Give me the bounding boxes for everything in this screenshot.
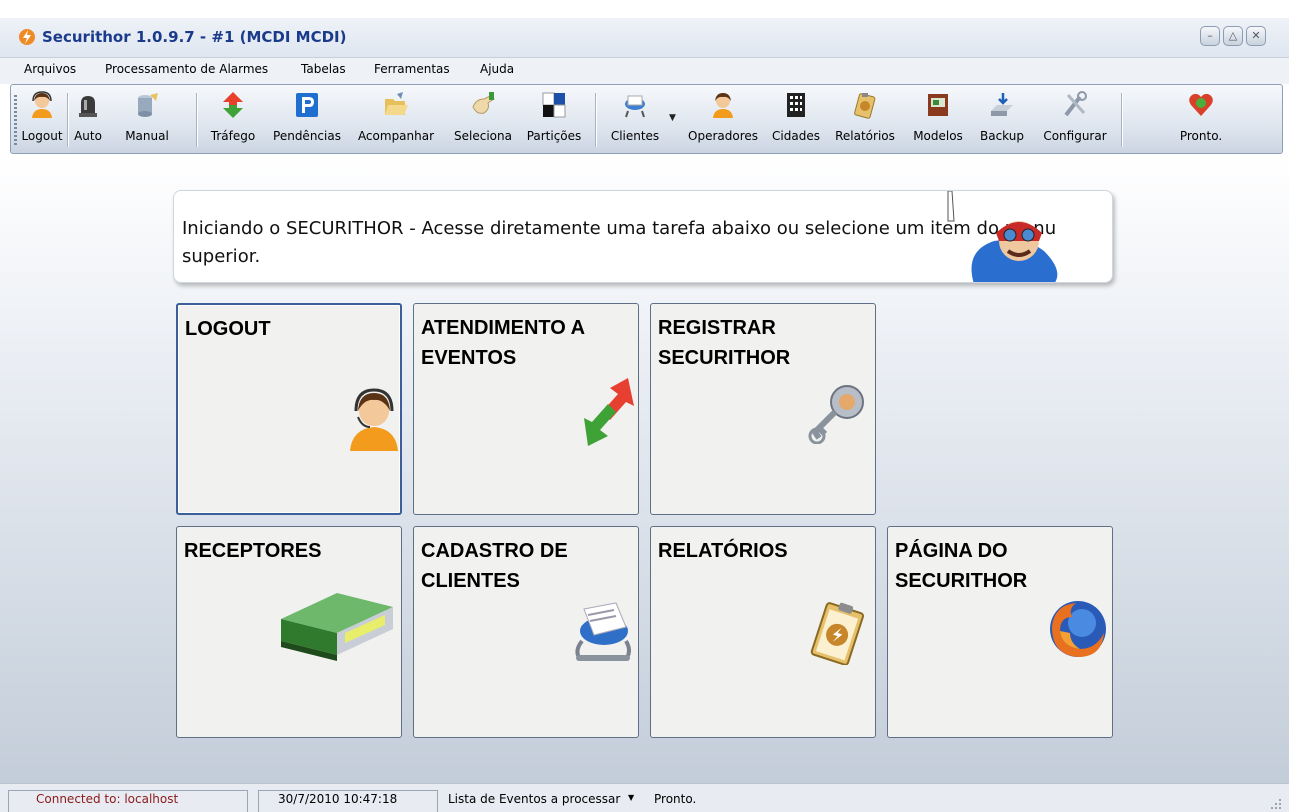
tile-title: LOGOUT [185, 318, 271, 340]
rolodex-icon [625, 95, 645, 118]
toolbar-operadores-button[interactable]: Operadores [683, 85, 763, 153]
toolbar-pendencias-button[interactable]: Pendências [264, 85, 350, 153]
close-button[interactable]: ✕ [1246, 26, 1266, 46]
toolbar-logout-button[interactable]: Logout [21, 85, 63, 153]
toolbar-status: Pronto. [1171, 85, 1231, 153]
toolbar-clientes-button[interactable]: Clientes [599, 85, 671, 153]
toolbar-particoes-button[interactable]: Partições [519, 85, 589, 153]
building-icon [787, 93, 805, 117]
toolbar-separator [196, 93, 197, 147]
toolbar-manual-button[interactable]: Manual [106, 85, 188, 153]
backup-drive-icon [991, 93, 1013, 116]
tile-logout[interactable]: LOGOUT [176, 303, 402, 515]
toolbar-separator [595, 93, 596, 147]
menu-ferramentas[interactable]: Ferramentas [374, 62, 450, 76]
toolbar-label: Pendências [273, 129, 341, 143]
tile-cadastro-de-clientes[interactable]: CADASTRO DE CLIENTES [413, 526, 639, 738]
menu-processamento-de-alarmes[interactable]: Processamento de Alarmes [105, 62, 268, 76]
toolbar: Logout Auto Manual Tráfego Pendências Ac… [10, 84, 1283, 154]
app-logo-icon [19, 29, 35, 45]
window-title: Securithor 1.0.9.7 - #1 (MCDI MCDI) [42, 28, 347, 46]
toolbar-label: Configurar [1043, 129, 1107, 143]
resize-grip-icon[interactable] [1268, 796, 1282, 810]
connection-status: Connected to: localhost [36, 792, 179, 806]
operator-icon [713, 93, 733, 118]
toolbar-label: Manual [125, 129, 169, 143]
toolbar-label: Relatórios [835, 129, 895, 143]
toolbar-trafego-button[interactable]: Tráfego [203, 85, 263, 153]
toolbar-separator [67, 93, 68, 147]
operator-headset-icon [350, 388, 398, 451]
menu-tabelas[interactable]: Tabelas [301, 62, 346, 76]
operator-headset-icon [32, 91, 52, 118]
partitions-icon [542, 92, 566, 118]
tile-title: RECEPTORES [184, 540, 322, 562]
toolbar-label: Logout [21, 129, 63, 143]
toolbar-label: Tráfego [210, 129, 256, 143]
status-text: Pronto. [654, 792, 697, 806]
tile-title: REGISTRAR SECURITHOR [658, 317, 791, 369]
toolbar-grip[interactable] [14, 95, 17, 145]
firefox-icon [1050, 601, 1106, 657]
tile-registrar-securithor[interactable]: REGISTRAR SECURITHOR [650, 303, 876, 515]
toolbar-label: Operadores [688, 129, 758, 143]
menu-bar: Arquivos Processamento de Alarmes Tabela… [0, 58, 1289, 84]
mascot-icon [947, 191, 1058, 282]
tile-title: RELATÓRIOS [658, 540, 788, 562]
main-area: Iniciando o SECURITHOR - Acesse diretame… [0, 155, 1289, 783]
maximize-button[interactable]: △ [1223, 26, 1243, 46]
hand-icon [472, 92, 495, 114]
toolbar-seleciona-button[interactable]: Seleciona [448, 85, 518, 153]
toolbar-relatorios-button[interactable]: Relatórios [827, 85, 903, 153]
toolbar-label: Acompanhar [357, 129, 435, 143]
toolbar-label: Modelos [913, 129, 963, 143]
heart-status-icon [1189, 93, 1213, 116]
tile-title: PÁGINA DO SECURITHOR [895, 540, 1028, 592]
book-icon [928, 94, 948, 116]
toolbar-label: Partições [526, 129, 582, 143]
tile-relatorios[interactable]: RELATÓRIOS [650, 526, 876, 738]
status-datetime: 30/7/2010 10:47:18 [278, 792, 398, 806]
toolbar-configurar-button[interactable]: Configurar [1035, 85, 1115, 153]
events-dropdown-arrow-icon[interactable]: ▼ [628, 793, 634, 812]
key-icon [808, 385, 864, 444]
clipboard-icon [810, 602, 865, 665]
toolbar-label: Cidades [772, 129, 820, 143]
title-bar: Securithor 1.0.9.7 - #1 (MCDI MCDI) – △ … [0, 18, 1289, 58]
status-bar: Connected to: localhost 30/7/2010 10:47:… [0, 783, 1289, 812]
welcome-banner: Iniciando o SECURITHOR - Acesse diretame… [173, 190, 1113, 283]
toolbar-status-label: Pronto. [1179, 129, 1223, 143]
tile-receptores[interactable]: RECEPTORES [176, 526, 402, 738]
toolbar-label: Seleciona [454, 129, 512, 143]
tile-title: CADASTRO DE CLIENTES [421, 540, 568, 592]
traffic-arrows-icon [223, 92, 243, 118]
parking-p-icon [296, 93, 318, 117]
toolbar-label: Clientes [610, 129, 660, 143]
events-dropdown[interactable]: Lista de Eventos a processar [448, 792, 620, 812]
toolbar-acompanhar-button[interactable]: Acompanhar [352, 85, 440, 153]
receiver-device-icon [281, 593, 393, 661]
tile-title: ATENDIMENTO A EVENTOS [421, 317, 585, 369]
siren-icon [79, 96, 97, 117]
tools-icon [1064, 91, 1087, 117]
toolbar-label: Backup [980, 129, 1024, 143]
clipboard-icon [854, 93, 876, 119]
toolbar-modelos-button[interactable]: Modelos [907, 85, 969, 153]
toolbar-cidades-button[interactable]: Cidades [765, 85, 827, 153]
clientes-dropdown-arrow-icon[interactable]: ▼ [669, 113, 676, 123]
toolbar-label: Auto [74, 129, 102, 143]
folder-open-icon [385, 92, 408, 115]
tile-pagina-do-securithor[interactable]: PÁGINA DO SECURITHOR [887, 526, 1113, 738]
database-icon [138, 93, 158, 117]
toolbar-separator [1121, 93, 1122, 147]
menu-ajuda[interactable]: Ajuda [480, 62, 514, 76]
toolbar-auto-button[interactable]: Auto [71, 85, 105, 153]
rolodex-icon [575, 602, 631, 661]
traffic-arrows-icon [584, 378, 634, 446]
tile-atendimento-a-eventos[interactable]: ATENDIMENTO A EVENTOS [413, 303, 639, 515]
toolbar-backup-button[interactable]: Backup [971, 85, 1033, 153]
menu-arquivos[interactable]: Arquivos [24, 62, 76, 76]
minimize-button[interactable]: – [1200, 26, 1220, 46]
